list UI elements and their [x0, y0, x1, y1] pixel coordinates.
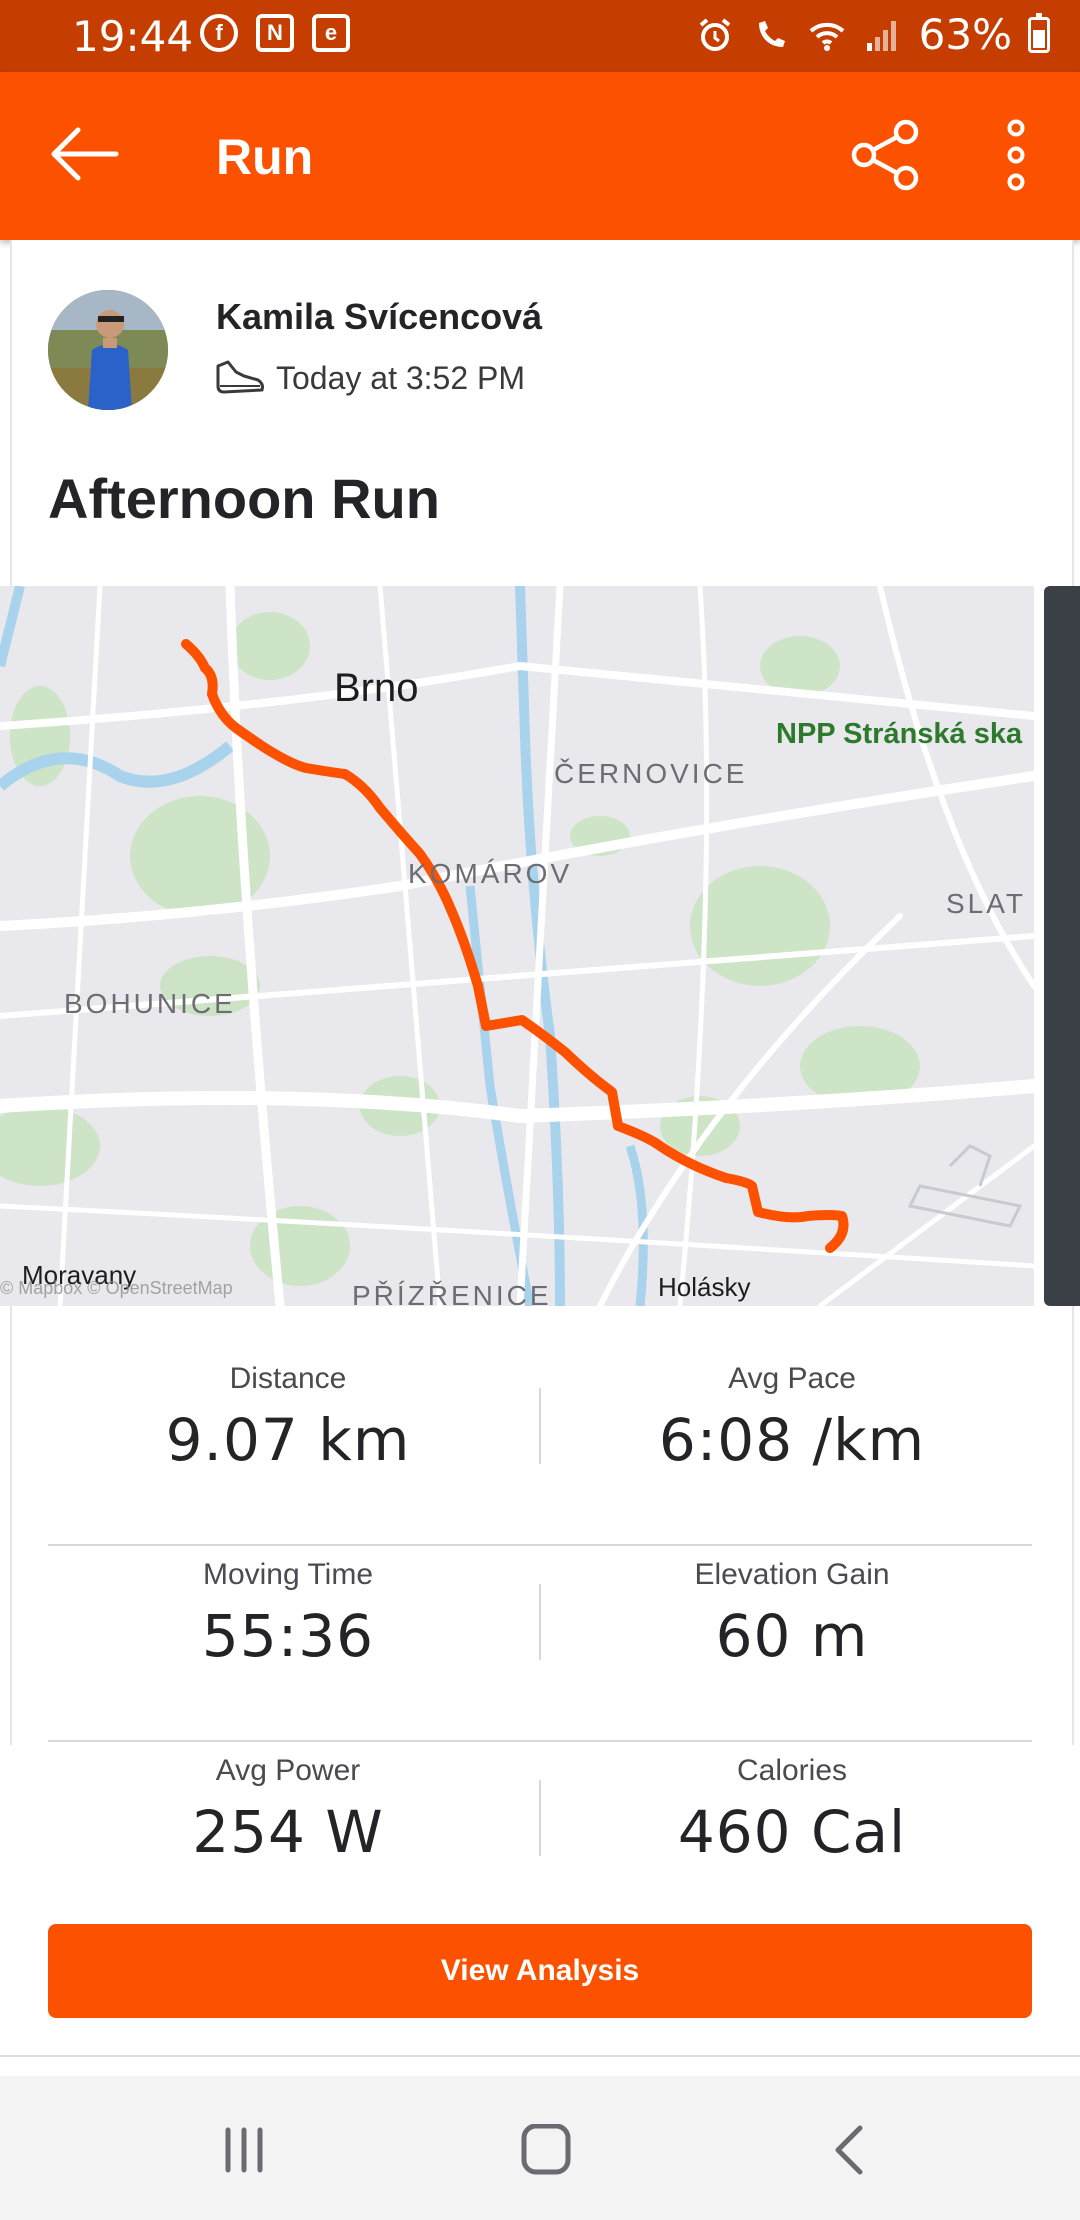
status-bar: 19:44 f N e 63% [0, 0, 1080, 72]
alarm-icon [699, 17, 730, 51]
recent-apps-icon[interactable] [214, 2124, 274, 2176]
map-attribution[interactable]: © Mapbox © OpenStreetMap [0, 1278, 233, 1299]
stat-label: Avg Pace [728, 1362, 856, 1395]
route-map[interactable]: Brno NPP Stránská ska ČERNOVICE KOMÁROV … [0, 586, 1034, 1306]
stat-calories: Calories 460 Cal [552, 1742, 1032, 1866]
stat-divider [539, 1780, 541, 1856]
wifi-call-icon [758, 20, 785, 47]
stat-label: Moving Time [202, 1558, 374, 1591]
stat-value: 9.07 km [165, 1406, 411, 1474]
stat-label: Elevation Gain [694, 1558, 890, 1591]
map-label-cernovice: ČERNOVICE [554, 758, 748, 789]
app-bar: Run [0, 72, 1080, 240]
activity-title: Afternoon Run [48, 467, 440, 530]
map-graphic [0, 586, 1034, 1306]
stat-label: Distance [229, 1362, 347, 1395]
stat-divider [539, 1584, 541, 1660]
view-analysis-button[interactable]: View Analysis [48, 1924, 1032, 2018]
section-divider [0, 2055, 1080, 2057]
stat-moving-time: Moving Time 55:36 [48, 1546, 528, 1670]
athlete-name[interactable]: Kamila Svícencová [216, 296, 542, 338]
stat-distance: Distance 9.07 km [48, 1350, 528, 1474]
signal-icon [866, 20, 896, 51]
battery-icon [1028, 12, 1050, 53]
map-label-slat: SLAT [946, 888, 1026, 919]
home-icon[interactable] [516, 2124, 576, 2176]
battery-percent: 63% [918, 10, 1012, 59]
back-arrow-icon[interactable] [48, 124, 120, 184]
wifi-icon [809, 22, 844, 51]
activity-time: Today at 3:52 PM [276, 360, 526, 396]
news-icon: N [256, 14, 294, 52]
map-label-bohunice: BOHUNICE [64, 988, 236, 1019]
map-label-komarov: KOMÁROV [408, 858, 573, 889]
stat-elevation-gain: Elevation Gain 60 m [552, 1546, 1032, 1670]
shoe-icon [216, 360, 264, 394]
stat-value: 254 W [192, 1798, 384, 1866]
system-nav-bar [0, 2076, 1080, 2220]
map-label-npp: NPP Stránská ska [776, 718, 1023, 750]
facebook-icon: f [200, 14, 238, 52]
share-icon[interactable] [850, 118, 924, 192]
stat-value: 60 m [715, 1602, 869, 1670]
photo-thumbnail-next[interactable] [1044, 586, 1080, 1306]
map-label-holasky: Holásky [658, 1272, 751, 1302]
stat-value: 460 Cal [677, 1798, 907, 1866]
map-label-prizrenice: PŘÍZŘENICE [352, 1280, 552, 1306]
back-icon[interactable] [820, 2124, 880, 2176]
stat-avg-pace: Avg Pace 6:08 /km [552, 1350, 1032, 1474]
stat-divider [539, 1388, 541, 1464]
stats-row: Distance 9.07 km Avg Pace 6:08 /km [48, 1350, 1032, 1546]
notification-icons: f N e [200, 14, 350, 52]
stat-avg-power: Avg Power 254 W [48, 1742, 528, 1866]
stats-row: Moving Time 55:36 Elevation Gain 60 m [48, 1546, 1032, 1742]
avatar-image [48, 290, 168, 410]
stats-row: Avg Power 254 W Calories 460 Cal [48, 1742, 1032, 1936]
more-options-icon[interactable] [996, 118, 1036, 192]
stats-grid: Distance 9.07 km Avg Pace 6:08 /km Movin… [48, 1350, 1032, 1936]
map-label-brno: Brno [334, 666, 419, 710]
stat-value: 55:36 [201, 1602, 375, 1670]
stat-label: Calories [736, 1754, 848, 1787]
stat-value: 6:08 /km [658, 1406, 926, 1474]
avatar[interactable] [48, 290, 168, 410]
page-title: Run [216, 129, 314, 185]
status-icons: 63% [695, 10, 1050, 59]
e-icon: e [312, 14, 350, 52]
status-time: 19:44 [72, 12, 194, 61]
stat-label: Avg Power [215, 1754, 361, 1787]
